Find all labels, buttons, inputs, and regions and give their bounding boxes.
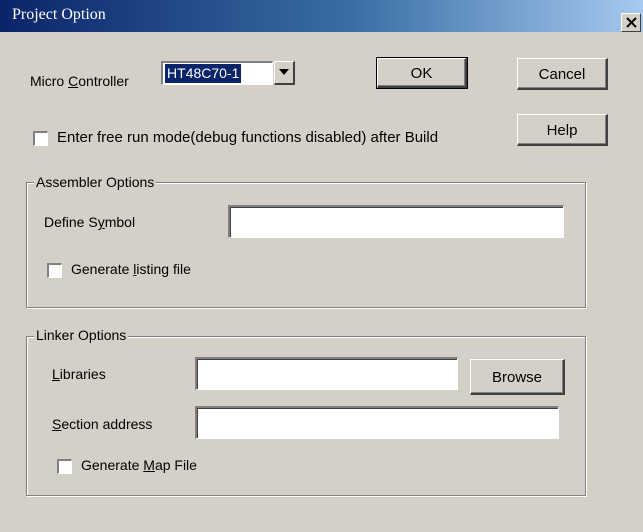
libraries-input[interactable]: [195, 357, 458, 390]
generate-listing-checkbox[interactable]: [47, 263, 62, 278]
free-run-checkbox[interactable]: [33, 131, 48, 146]
assembler-options-legend: Assembler Options: [34, 174, 157, 190]
generate-listing-label: Generate listing file: [71, 261, 191, 277]
ok-button-label: OK: [410, 65, 433, 82]
dropdown-arrow-button[interactable]: [274, 61, 295, 85]
section-address-input[interactable]: [195, 406, 559, 439]
free-run-label: Enter free run mode(debug functions disa…: [57, 129, 439, 146]
cancel-button[interactable]: Cancel: [517, 58, 608, 90]
generate-map-label: Generate Map File: [81, 457, 197, 473]
micro-controller-field[interactable]: HT48C70-1: [161, 61, 273, 85]
title-bar[interactable]: Project Option: [0, 0, 643, 32]
micro-controller-label: Micro Controller: [30, 73, 129, 89]
define-symbol-input[interactable]: [228, 205, 564, 238]
close-button[interactable]: [621, 13, 641, 32]
browse-button[interactable]: Browse: [470, 359, 565, 395]
generate-map-checkbox[interactable]: [57, 459, 72, 474]
libraries-label: Libraries: [52, 366, 106, 382]
ok-button[interactable]: OK: [376, 57, 468, 89]
micro-controller-dropdown[interactable]: HT48C70-1: [161, 61, 295, 85]
project-option-dialog: Project Option Micro Controller HT48C70-…: [0, 0, 643, 532]
section-address-label: Section address: [52, 416, 153, 432]
help-button[interactable]: Help: [517, 114, 608, 146]
browse-button-label: Browse: [491, 369, 543, 386]
cancel-button-label: Cancel: [538, 66, 586, 83]
linker-options-legend: Linker Options: [34, 327, 129, 343]
close-icon: [626, 17, 637, 28]
chevron-down-icon: [279, 69, 289, 75]
dialog-title: Project Option: [12, 6, 106, 23]
micro-controller-value: HT48C70-1: [165, 64, 242, 83]
assembler-options-group: [26, 182, 586, 308]
help-button-label: Help: [546, 122, 578, 139]
define-symbol-label: Define Symbol: [44, 214, 136, 230]
